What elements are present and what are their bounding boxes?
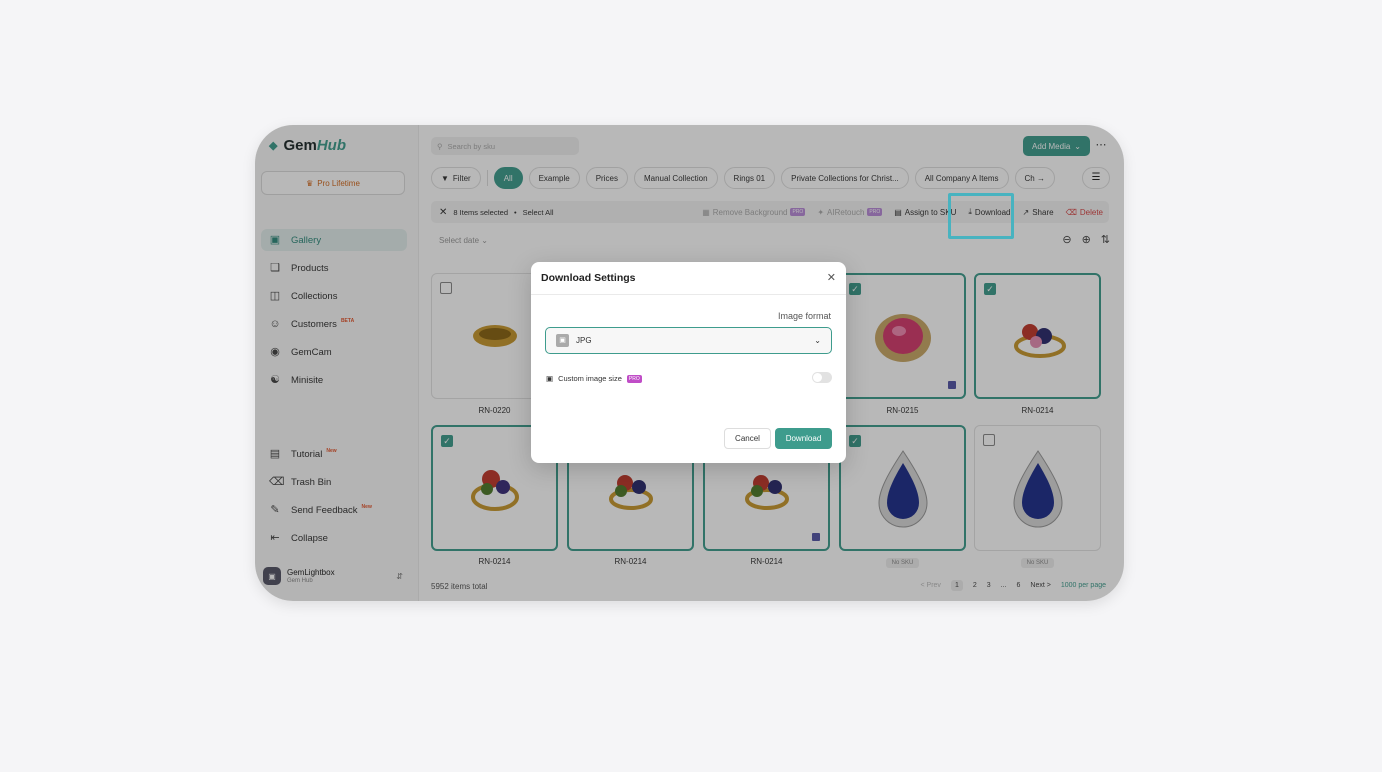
chevron-down-icon: ⌄	[814, 336, 821, 345]
image-format-value: JPG	[576, 336, 592, 345]
pro-badge: PRO	[626, 374, 642, 383]
image-format-select[interactable]: ▣ JPG ⌄	[545, 327, 832, 354]
download-highlight-box	[948, 193, 1014, 239]
download-confirm-button[interactable]: Download	[775, 428, 832, 449]
app-window: ◆ GemHub ♛ Pro Lifetime ▣ Gallery ❑ Prod…	[255, 125, 1124, 601]
download-settings-dialog: Download Settings ✕ Image format ▣ JPG ⌄…	[531, 262, 846, 463]
custom-image-size-toggle[interactable]	[812, 372, 832, 383]
cancel-button[interactable]: Cancel	[724, 428, 771, 449]
close-icon[interactable]: ✕	[827, 271, 836, 284]
image-size-icon: ▣	[546, 374, 554, 383]
dialog-title: Download Settings	[531, 262, 846, 295]
image-icon: ▣	[556, 334, 569, 347]
custom-image-size-label: Custom image size	[558, 374, 622, 383]
image-format-label: Image format	[777, 311, 831, 321]
custom-image-size-row: ▣ Custom image size PRO	[546, 374, 642, 383]
